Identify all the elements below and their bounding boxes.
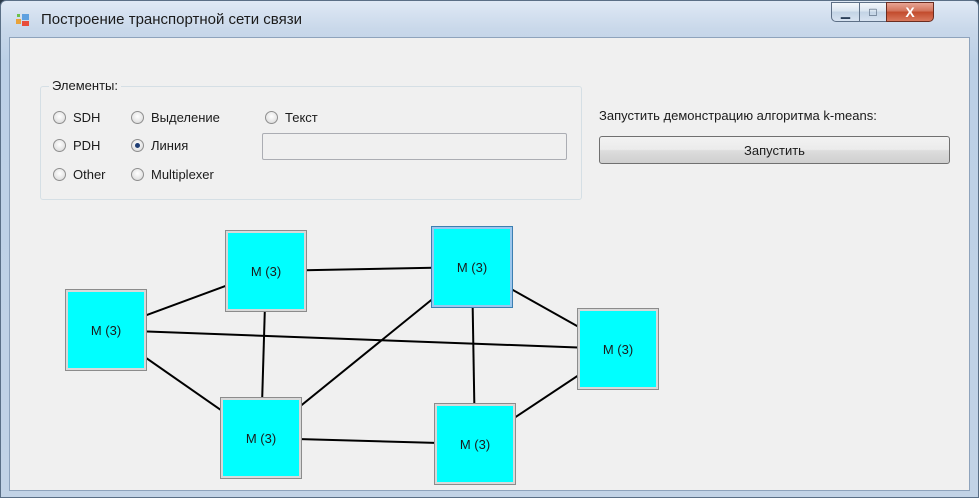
multiplexer-node[interactable]: M (3) [577,308,659,390]
app-icon [16,14,29,26]
close-button[interactable]: X [886,2,934,22]
network-canvas[interactable]: M (3) M (3) M (3) M (3) M (3) M (3) [10,38,971,492]
app-window: Построение транспортной сети связи ▁ □ X… [0,0,979,498]
link-line [105,329,619,350]
node-label: M (3) [245,430,277,446]
minimize-button[interactable]: ▁ [831,2,859,22]
node-label: M (3) [602,341,634,357]
maximize-button[interactable]: □ [859,2,886,22]
form-client-area: Элементы: SDH PDH Other Выделение Линия … [9,37,970,491]
multiplexer-node[interactable]: M (3) [225,230,307,312]
multiplexer-node[interactable]: M (3) [65,289,147,371]
title-bar[interactable]: Построение транспортной сети связи ▁ □ X [1,1,978,37]
caption-buttons: ▁ □ X [831,2,934,23]
node-label: M (3) [90,322,122,338]
multiplexer-node-selected[interactable]: M (3) [431,226,513,308]
node-label: M (3) [459,436,491,452]
multiplexer-node[interactable]: M (3) [434,403,516,485]
multiplexer-node[interactable]: M (3) [220,397,302,479]
node-label: M (3) [456,259,488,275]
maximize-icon: □ [869,5,877,19]
close-icon: X [905,4,915,20]
minimize-icon: ▁ [840,5,851,19]
window-title: Построение транспортной сети связи [41,11,302,28]
node-label: M (3) [250,263,282,279]
